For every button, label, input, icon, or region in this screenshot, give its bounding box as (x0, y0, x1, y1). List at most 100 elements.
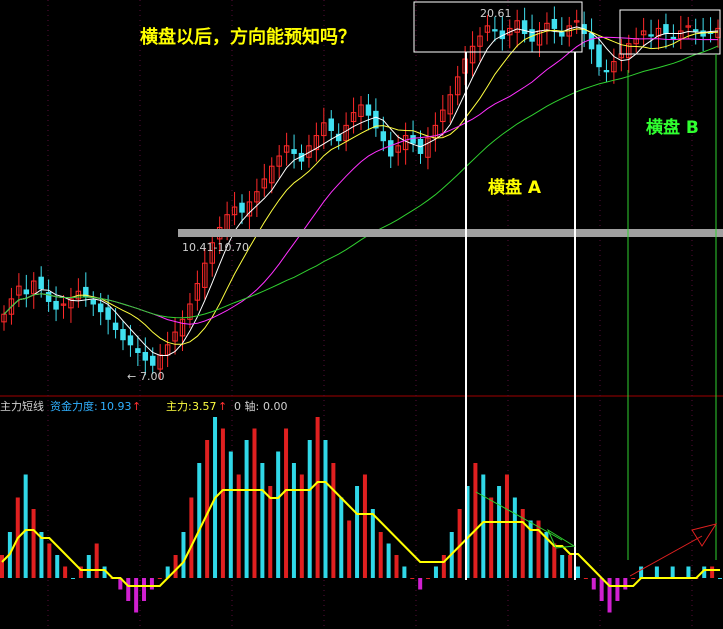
histogram-bar (284, 428, 289, 578)
histogram-bar (181, 532, 186, 578)
candle-body (365, 104, 372, 116)
histogram-bar (31, 509, 36, 578)
histogram-bar (504, 474, 509, 578)
histogram-bar (0, 555, 4, 578)
stock-chart: 10.41-10.70 横盘以后，方向能预知吗？ 横盘 A 横盘 B 20.61… (0, 0, 723, 629)
histogram-bar (639, 566, 644, 578)
histogram-bar (323, 440, 328, 578)
histogram-bar (583, 578, 588, 579)
histogram-bar (149, 578, 154, 590)
histogram-bar (568, 555, 573, 578)
histogram-bar (220, 428, 225, 578)
histogram-bar (560, 555, 565, 578)
histogram-bar (71, 578, 76, 579)
histogram-bar (142, 578, 147, 601)
histogram-bar (347, 520, 352, 578)
low-marker-label: 7.00 (140, 370, 165, 383)
histogram-bar (426, 578, 431, 579)
zone-a-label: 横盘 A (488, 177, 542, 198)
main-force-value: 3.57 (192, 400, 217, 413)
histogram-bar (260, 463, 265, 578)
histogram-bar (291, 463, 296, 578)
histogram-bar (575, 566, 580, 578)
histogram-bar (315, 417, 320, 578)
candle-body (142, 351, 149, 361)
candle-body (135, 348, 141, 353)
histogram-bar (433, 566, 438, 578)
candle-body (670, 36, 677, 40)
histogram-bar (47, 543, 52, 578)
histogram-bar (631, 578, 636, 579)
histogram-bar (394, 555, 399, 578)
histogram-bar (686, 566, 691, 578)
histogram-bar (497, 486, 502, 578)
candle-body (53, 300, 59, 310)
histogram-bar (189, 497, 194, 578)
histogram-bar (410, 578, 415, 579)
main-force-arrow: ↑ (218, 400, 227, 413)
histogram-bar (402, 566, 407, 578)
candle-body (588, 33, 595, 50)
candle-body (559, 31, 565, 37)
histogram-bar (362, 474, 367, 578)
candle-body (692, 29, 699, 32)
candle-body (373, 110, 379, 129)
candle-body (97, 303, 104, 313)
histogram-bar (23, 474, 28, 578)
candle-body (38, 276, 44, 290)
support-band (178, 229, 723, 237)
fund-strength-value: 10.93 (100, 400, 132, 413)
histogram-bar (86, 555, 91, 578)
candle-body (105, 307, 111, 320)
histogram-bar (244, 440, 249, 578)
candle-body (663, 24, 669, 35)
candle-body (120, 329, 126, 341)
histogram-bar (607, 578, 612, 613)
question-title: 横盘以后，方向能预知吗？ (140, 26, 356, 48)
candle-body (388, 140, 394, 157)
candle-body (648, 34, 654, 37)
indicator-name: 主力短线 (0, 399, 44, 413)
histogram-bar (473, 463, 478, 578)
histogram-bar (157, 578, 162, 579)
candle-body (596, 44, 602, 68)
candle-body (112, 322, 119, 331)
candle-body (239, 202, 245, 213)
histogram-bar (386, 543, 391, 578)
histogram-bar (339, 497, 344, 578)
histogram-bar (173, 555, 178, 578)
histogram-bar (134, 578, 139, 613)
candle-body (291, 149, 297, 154)
histogram-bar (489, 497, 494, 578)
histogram-bar (481, 474, 486, 578)
candle-body (521, 20, 528, 35)
axis-label: 0 轴: (234, 399, 259, 413)
candle-body (603, 70, 610, 73)
histogram-bar (197, 463, 202, 578)
main-force-label: 主力: (166, 400, 192, 413)
fund-strength-label: 资金力度: (50, 399, 98, 413)
histogram-bar (276, 451, 281, 578)
support-band-label: 10.41-10.70 (182, 241, 249, 254)
histogram-bar (599, 578, 604, 601)
histogram-bar (670, 566, 675, 578)
histogram-bar (63, 566, 68, 578)
histogram-bar (654, 566, 659, 578)
histogram-bar (418, 578, 423, 590)
histogram-bar (331, 463, 336, 578)
candle-body (328, 118, 334, 131)
candle-body (90, 299, 96, 305)
histogram-bar (591, 578, 596, 590)
candle-body (551, 18, 558, 29)
candle-body (45, 292, 52, 302)
histogram-bar (268, 486, 273, 578)
histogram-bar (228, 451, 233, 578)
histogram-bar (623, 578, 628, 590)
histogram-bar (370, 509, 375, 578)
candle-body (127, 335, 134, 346)
candle-body (410, 135, 416, 144)
zone-b-label: 横盘 B (646, 117, 699, 138)
histogram-bar (718, 578, 722, 579)
histogram-bar (441, 555, 446, 578)
histogram-bar (126, 578, 131, 601)
